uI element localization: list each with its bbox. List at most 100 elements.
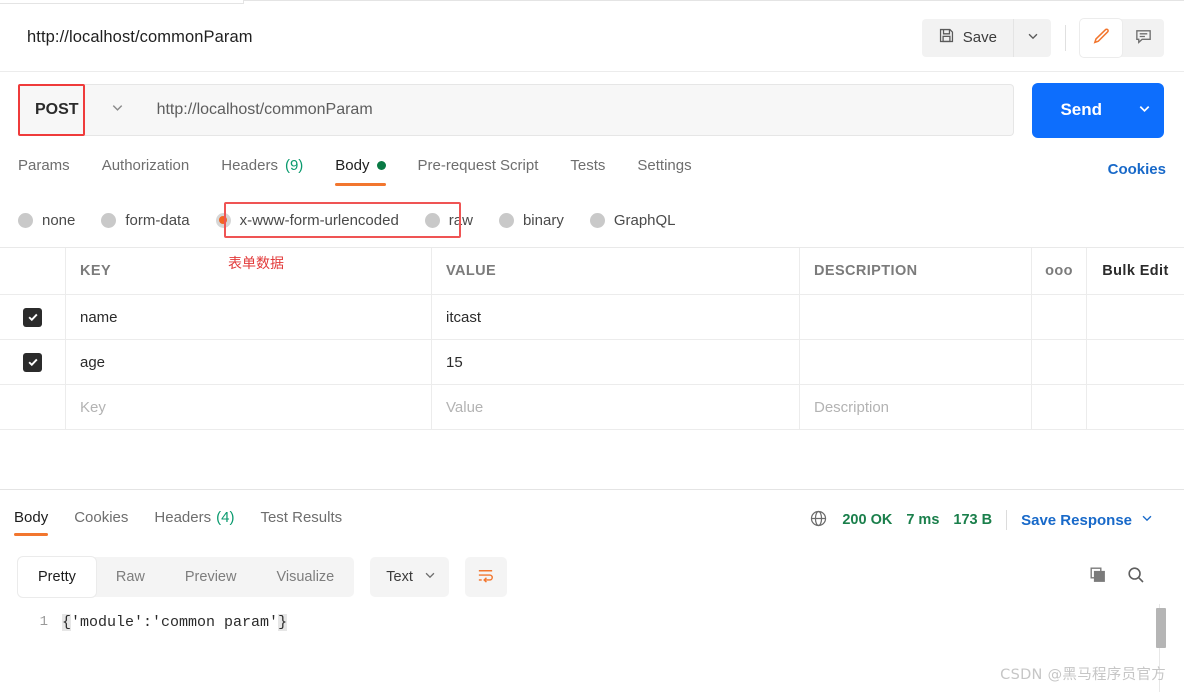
pencil-icon (1092, 27, 1111, 49)
copy-icon[interactable] (1088, 565, 1108, 590)
view-mode-preview[interactable]: Preview (165, 557, 257, 597)
header-checkbox-cell (0, 248, 66, 294)
chevron-down-icon (423, 568, 437, 586)
radio-label: none (42, 211, 76, 229)
new-row-checkbox-cell (0, 385, 66, 429)
radio-label: form-data (125, 211, 190, 229)
table-header-row: KEY VALUE DESCRIPTION ooo Bulk Edit (0, 248, 1184, 295)
send-button[interactable]: Send (1032, 83, 1124, 138)
save-button[interactable]: Save (921, 18, 1013, 57)
row-key[interactable]: age (66, 340, 432, 384)
response-tab-body[interactable]: Body (14, 498, 49, 542)
meta-divider (1006, 510, 1008, 530)
save-button-label: Save (962, 29, 997, 46)
response-tabs: Body Cookies Headers (4) Test Results 20… (0, 497, 1184, 543)
view-mode-raw[interactable]: Raw (96, 557, 165, 597)
response-format-select[interactable]: Text (370, 557, 449, 597)
new-row-description-input[interactable]: Description (800, 385, 1032, 429)
response-time: 7 ms (906, 512, 940, 528)
tab-authorization[interactable]: Authorization (102, 150, 190, 190)
row-key[interactable]: name (66, 295, 432, 339)
tab-params[interactable]: Params (18, 150, 70, 190)
tab-body[interactable]: Body (335, 150, 386, 190)
row-spacer-dots (1032, 295, 1087, 339)
cookies-link[interactable]: Cookies (1108, 161, 1166, 178)
response-meta: 200 OK 7 ms 173 B Save Response (809, 509, 1170, 532)
response-scrollbar-thumb[interactable] (1156, 608, 1166, 648)
table-row: name itcast (0, 295, 1184, 340)
comment-button[interactable] (1122, 19, 1164, 57)
body-modified-dot-icon (376, 160, 386, 170)
row-checkbox[interactable] (23, 307, 42, 327)
radio-icon (101, 212, 117, 228)
tab-label: Body (14, 508, 49, 526)
response-body-text[interactable]: {'module':'common param'} (62, 614, 288, 631)
view-mode-pretty[interactable]: Pretty (18, 557, 96, 597)
response-tab-cookies[interactable]: Cookies (74, 498, 128, 542)
chevron-down-icon (1140, 511, 1154, 529)
tab-label: Headers (154, 508, 212, 526)
method-dropdown-button[interactable] (95, 84, 141, 136)
params-table: KEY VALUE DESCRIPTION ooo Bulk Edit name… (0, 247, 1184, 430)
row-description[interactable] (800, 295, 1032, 339)
body-type-graphql[interactable]: GraphQL (589, 211, 676, 229)
body-type-radio-group: none form-data x-www-form-urlencoded raw… (0, 200, 1184, 240)
tab-label: Cookies (74, 508, 129, 526)
body-type-none[interactable]: none (18, 212, 75, 229)
response-toolbar: Pretty Raw Preview Visualize Text (0, 552, 1184, 602)
radio-icon (498, 212, 514, 228)
response-tab-headers[interactable]: Headers (4) (154, 498, 234, 542)
word-wrap-button[interactable] (464, 557, 507, 597)
globe-icon (809, 509, 828, 532)
tab-label: Settings (637, 156, 692, 174)
tab-tests[interactable]: Tests (570, 150, 605, 190)
row-value[interactable]: 15 (432, 340, 800, 384)
title-actions: Save (921, 18, 1164, 57)
view-toggle-group (1080, 18, 1164, 57)
table-row-new: Key Value Description (0, 385, 1184, 430)
body-inner: 'module':'common param' (71, 614, 279, 631)
search-icon[interactable] (1126, 565, 1146, 590)
new-row-value-input[interactable]: Value (432, 385, 800, 429)
table-row: age 15 (0, 340, 1184, 385)
tab-pre-request-script[interactable]: Pre-request Script (418, 150, 539, 190)
method-selector[interactable]: POST (18, 84, 141, 136)
row-value[interactable]: itcast (432, 295, 800, 339)
tab-label: Pre-request Script (417, 156, 539, 174)
save-options-button[interactable] (1013, 18, 1051, 57)
save-response-button[interactable]: Save Response (1021, 511, 1154, 529)
body-type-form-data[interactable]: form-data (101, 211, 190, 229)
floppy-disk-icon (938, 27, 955, 48)
page-title: http://localhost/commonParam (27, 28, 253, 46)
body-type-x-www-form-urlencoded[interactable]: x-www-form-urlencoded (215, 212, 399, 229)
toolbar-divider (1065, 24, 1066, 51)
new-row-key-input[interactable]: Key (66, 385, 432, 429)
format-label: Text (386, 569, 413, 585)
chevron-down-icon (1137, 101, 1152, 119)
header-value: VALUE (432, 248, 800, 294)
save-button-group: Save (921, 18, 1051, 57)
form-data-annotation: 表单数据 (228, 256, 284, 272)
header-description: DESCRIPTION (800, 248, 1032, 294)
row-checkbox[interactable] (23, 352, 42, 372)
send-options-button[interactable] (1124, 83, 1164, 138)
view-mode-visualize[interactable]: Visualize (256, 557, 354, 597)
row-description[interactable] (800, 340, 1032, 384)
bulk-edit-button[interactable]: Bulk Edit (1087, 248, 1184, 294)
table-empty-area (0, 428, 1184, 490)
tab-headers[interactable]: Headers (9) (221, 150, 303, 190)
body-type-raw[interactable]: raw (424, 212, 473, 229)
radio-label: GraphQL (613, 211, 676, 229)
table-more-options-button[interactable]: ooo (1032, 248, 1087, 294)
line-number: 1 (39, 614, 48, 630)
body-type-binary[interactable]: binary (498, 212, 564, 229)
edit-pencil-button[interactable] (1080, 18, 1122, 57)
response-status: 200 OK (842, 512, 893, 528)
row-spacer-dots (1032, 340, 1087, 384)
new-row-spacer-bulk (1087, 385, 1184, 429)
url-input[interactable] (140, 84, 1015, 136)
row-checkbox-cell (0, 340, 66, 384)
comment-icon (1134, 27, 1153, 49)
tab-settings[interactable]: Settings (637, 150, 691, 190)
response-tab-test-results[interactable]: Test Results (260, 498, 342, 542)
